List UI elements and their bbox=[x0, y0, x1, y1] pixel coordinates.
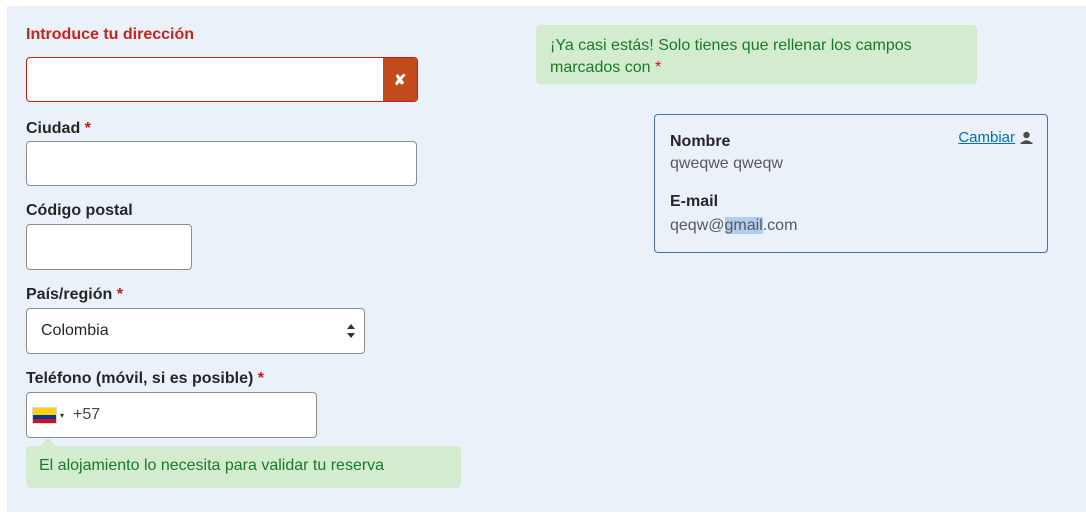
flag-caret-icon[interactable]: ▾ bbox=[60, 411, 64, 420]
clear-address-button[interactable]: ✘ bbox=[383, 58, 417, 101]
phone-input[interactable]: ▾ +57 bbox=[26, 392, 317, 438]
required-mark: * bbox=[116, 286, 123, 303]
country-selected-value: Colombia bbox=[41, 322, 109, 339]
select-arrows-icon bbox=[347, 324, 355, 338]
change-profile-link[interactable]: Cambiar bbox=[958, 129, 1033, 146]
user-icon bbox=[1020, 131, 1033, 144]
country-label: País/región * bbox=[26, 286, 123, 303]
form-progress-hint: ¡Ya casi estás! Solo tienes que rellenar… bbox=[536, 25, 977, 84]
country-select[interactable]: Colombia bbox=[26, 308, 365, 354]
postal-code-label: Código postal bbox=[26, 202, 133, 219]
phone-hint: El alojamiento lo necesita para validar … bbox=[26, 438, 461, 488]
required-mark: * bbox=[257, 370, 264, 387]
required-mark: * bbox=[84, 120, 91, 137]
profile-card: Nombre qweqwe qweqw E-mail qeqw@gmail.co… bbox=[654, 114, 1048, 253]
address-label: Introduce tu dirección bbox=[26, 26, 195, 43]
colombia-flag-icon[interactable] bbox=[32, 406, 57, 424]
x-icon: ✘ bbox=[393, 71, 407, 89]
phone-label: Teléfono (móvil, si es posible) * bbox=[26, 370, 264, 387]
name-value: qweqwe qweqw bbox=[670, 155, 783, 172]
dial-code: +57 bbox=[73, 406, 101, 423]
postal-code-input[interactable] bbox=[26, 224, 192, 270]
required-mark: * bbox=[654, 59, 662, 76]
email-label: E-mail bbox=[670, 193, 719, 210]
city-input[interactable] bbox=[26, 141, 417, 186]
email-value: qeqw@gmail.com bbox=[670, 217, 798, 234]
city-label: Ciudad * bbox=[26, 120, 91, 137]
address-input[interactable]: ✘ bbox=[26, 57, 418, 102]
name-label: Nombre bbox=[670, 133, 731, 150]
